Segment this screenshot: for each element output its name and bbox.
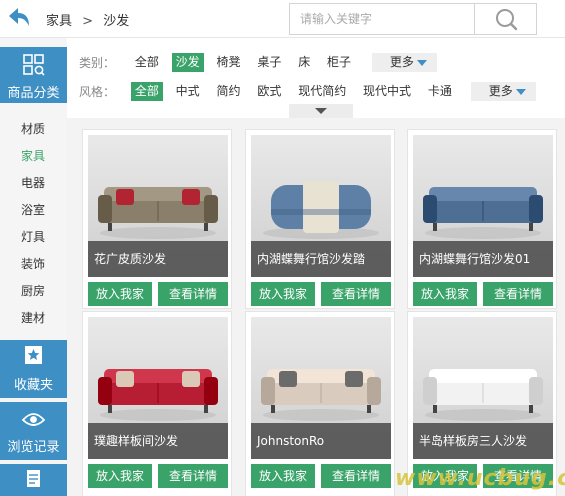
grid-icon: [23, 54, 45, 76]
product-card: 花广皮质沙发 放入我家 查看详情: [82, 129, 232, 309]
add-to-home-button[interactable]: 放入我家: [413, 282, 477, 306]
watermark: www.ucbug.com: [395, 466, 565, 491]
view-details-button[interactable]: 查看详情: [158, 464, 228, 488]
search-icon: [496, 9, 518, 31]
sidebar: 商品分类 材质 家具 电器 浴室 灯具 装饰 厨房 建材 收藏夹 浏览记录: [0, 38, 67, 496]
product-grid: 花广皮质沙发 放入我家 查看详情 内湖蝶舞行馆沙发踏 放入我家 查看详情 内湖蝶…: [67, 118, 565, 496]
sidebar-item-bathroom[interactable]: 浴室: [0, 197, 67, 224]
product-card: JohnstonRo 放入我家 查看详情: [245, 311, 395, 496]
sidebar-item-material[interactable]: 材质: [0, 116, 67, 143]
product-card: 内湖蝶舞行馆沙发踏 放入我家 查看详情: [245, 129, 395, 309]
sidebar-item-appliance[interactable]: 电器: [0, 170, 67, 197]
view-details-button[interactable]: 查看详情: [321, 282, 391, 306]
breadcrumb-separator: >: [82, 14, 94, 29]
product-title: 内湖蝶舞行馆沙发踏: [251, 241, 391, 277]
filter-style-modern-simple[interactable]: 现代简约: [294, 82, 350, 101]
category-filter-row: 类别： 全部 沙发 椅凳 桌子 床 柜子 更多: [79, 52, 437, 74]
view-details-button[interactable]: 查看详情: [158, 282, 228, 306]
more-sidebar-button[interactable]: [0, 464, 67, 496]
filter-style-chinese[interactable]: 中式: [172, 82, 204, 101]
favorites-button[interactable]: 收藏夹: [0, 340, 67, 398]
style-more-label: 更多: [488, 84, 513, 98]
breadcrumb-item-furniture[interactable]: 家具: [46, 14, 72, 29]
filter-category-cabinet[interactable]: 柜子: [323, 53, 355, 72]
breadcrumb-item-sofa: 沙发: [103, 14, 130, 29]
category-menu-button[interactable]: 商品分类: [0, 47, 67, 103]
filter-category-bed[interactable]: 床: [294, 53, 314, 72]
product-title: 内湖蝶舞行馆沙发01: [413, 241, 553, 277]
product-card: 内湖蝶舞行馆沙发01 放入我家 查看详情: [407, 129, 557, 309]
chevron-down-icon: [515, 88, 526, 95]
sidebar-item-building-material[interactable]: 建材: [0, 305, 67, 332]
filter-category-sofa[interactable]: 沙发: [171, 53, 204, 72]
category-menu-label: 商品分类: [7, 86, 60, 101]
breadcrumb: 家具 > 沙发: [46, 10, 129, 29]
filter-category-all[interactable]: 全部: [131, 53, 163, 72]
sidebar-item-decoration[interactable]: 装饰: [0, 251, 67, 278]
category-filter-label: 类别：: [79, 56, 116, 70]
view-details-button[interactable]: 查看详情: [321, 464, 391, 488]
product-title: 花广皮质沙发: [88, 241, 228, 277]
top-bar: 家具 > 沙发: [0, 0, 565, 38]
filter-category-chair[interactable]: 椅凳: [213, 53, 245, 72]
eye-icon: [21, 413, 46, 426]
category-more-label: 更多: [389, 55, 414, 69]
filter-style-simple[interactable]: 简约: [213, 82, 245, 101]
add-to-home-button[interactable]: 放入我家: [251, 282, 315, 306]
add-to-home-button[interactable]: 放入我家: [251, 464, 315, 488]
add-to-home-button[interactable]: 放入我家: [88, 282, 152, 306]
sidebar-item-furniture[interactable]: 家具: [0, 143, 67, 170]
filter-style-modern-chinese[interactable]: 现代中式: [359, 82, 415, 101]
search-input[interactable]: [290, 4, 473, 34]
product-card: 璞趣样板间沙发 放入我家 查看详情: [82, 311, 232, 496]
view-details-button[interactable]: 查看详情: [483, 282, 553, 306]
back-arrow-icon[interactable]: [6, 5, 32, 31]
chevron-down-icon: [416, 59, 427, 66]
collapse-filters-button[interactable]: [289, 104, 353, 118]
style-filter-label: 风格：: [79, 85, 116, 99]
style-filter-row: 风格： 全部 中式 简约 欧式 现代简约 现代中式 卡通 更多: [79, 81, 536, 103]
filter-style-european[interactable]: 欧式: [253, 82, 285, 101]
document-icon: [27, 470, 40, 487]
sidebar-item-lighting[interactable]: 灯具: [0, 224, 67, 251]
favorites-label: 收藏夹: [13, 378, 53, 393]
search-box: [289, 3, 537, 35]
product-title: 半岛样板房三人沙发: [413, 423, 553, 459]
star-folder-icon: [25, 346, 42, 364]
history-button[interactable]: 浏览记录: [0, 402, 67, 460]
collapse-arrow-icon: [315, 108, 327, 114]
product-title: JohnstonRo: [251, 423, 391, 459]
filter-style-all[interactable]: 全部: [130, 82, 163, 101]
add-to-home-button[interactable]: 放入我家: [88, 464, 152, 488]
filter-style-cartoon[interactable]: 卡通: [424, 82, 456, 101]
category-list: 材质 家具 电器 浴室 灯具 装饰 厨房 建材: [0, 116, 67, 332]
history-label: 浏览记录: [7, 440, 60, 455]
sidebar-item-kitchen[interactable]: 厨房: [0, 278, 67, 305]
search-button[interactable]: [474, 4, 536, 34]
style-more-button[interactable]: 更多: [470, 82, 536, 101]
filter-category-table[interactable]: 桌子: [253, 53, 285, 72]
category-more-button[interactable]: 更多: [371, 53, 437, 72]
product-title: 璞趣样板间沙发: [88, 423, 228, 459]
